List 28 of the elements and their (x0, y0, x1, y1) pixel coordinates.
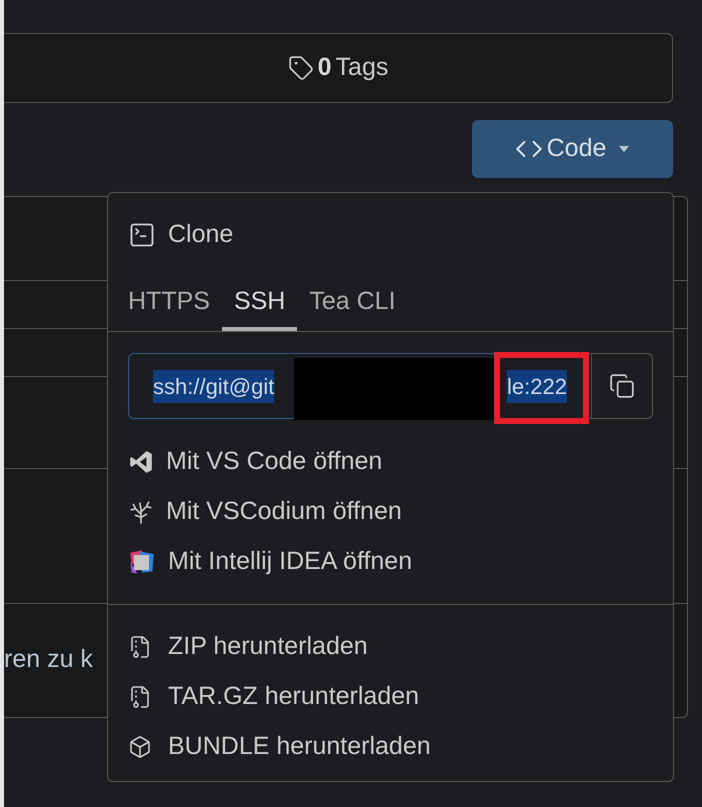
cube-icon (128, 735, 152, 759)
caret-icon (618, 145, 630, 153)
tags-count: 0 (318, 52, 332, 84)
download-item[interactable]: BUNDLE herunterladen (108, 722, 673, 772)
vscode-icon (128, 449, 154, 475)
archive-file-icon (128, 635, 152, 659)
url-text: le:222 (507, 370, 567, 402)
clone-tab[interactable]: HTTPS (116, 277, 222, 331)
description-text: ren zu k (4, 644, 93, 675)
copy-icon (609, 373, 635, 399)
archive-file-icon (128, 685, 152, 709)
tags-bar[interactable]: 0 Tags (4, 33, 673, 103)
intellij-icon (128, 548, 156, 576)
url-text: ssh://git@git (153, 370, 274, 402)
copy-button[interactable] (592, 353, 653, 419)
tag-icon (288, 55, 314, 81)
download-item[interactable]: TAR.GZ herunterladen (108, 672, 673, 722)
download-item[interactable]: ZIP herunterladen (108, 622, 673, 672)
clone-tab[interactable]: SSH (222, 277, 298, 331)
code-button[interactable]: Code (472, 120, 673, 178)
open-with-item[interactable]: Mit VSCodium öffnen (108, 487, 673, 537)
clone-title: Clone (168, 219, 234, 250)
coral-icon (128, 499, 154, 525)
open-with-item[interactable]: Mit Intellij IDEA öffnen (108, 537, 673, 587)
tags-label: Tags (336, 52, 388, 84)
open-with-item[interactable]: Mit VS Code öffnen (108, 437, 673, 487)
clone-tab[interactable]: Tea CLI (297, 277, 408, 331)
terminal-icon (128, 221, 156, 249)
